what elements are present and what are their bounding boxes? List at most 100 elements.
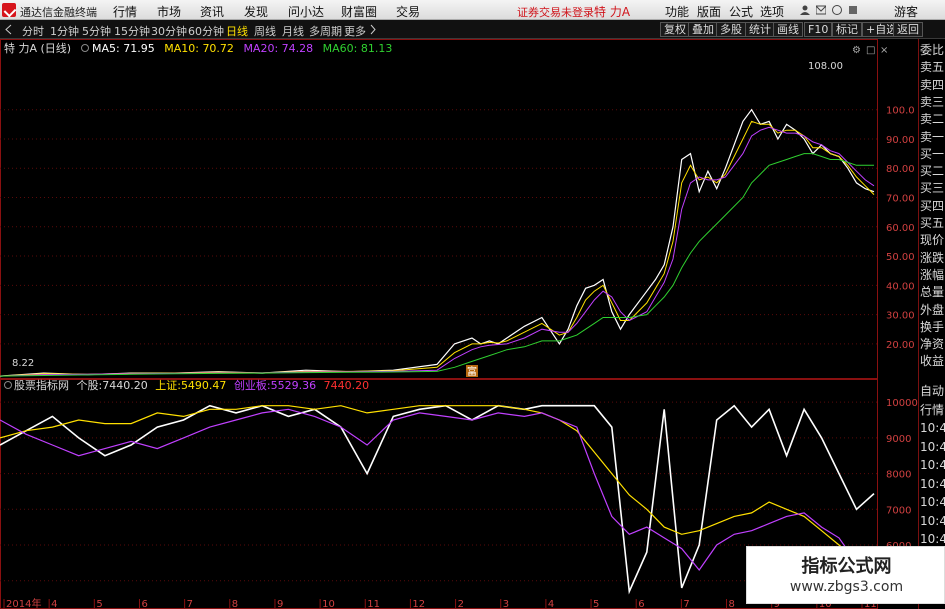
app-logo-icon bbox=[2, 3, 16, 17]
mark-button[interactable]: 标记 bbox=[832, 22, 862, 37]
settings-dot-icon[interactable] bbox=[81, 44, 89, 52]
stock-index-label: 个股: bbox=[77, 379, 103, 392]
main-ytick-label: 60.00 bbox=[886, 223, 915, 234]
sub-ytick-label: 8000 bbox=[886, 470, 911, 481]
expand-icon[interactable]: □ bbox=[866, 45, 875, 56]
gem-index-label: 创业板: bbox=[234, 378, 271, 392]
xtick-label: 4 bbox=[51, 599, 57, 609]
mail-icon[interactable] bbox=[816, 5, 826, 15]
quote-side-panel: 委比 卖五 卖四 卖三 卖二 卖一 买一 买二 买三 买四 买五 现价 涨跌 涨幅 总量 外盘 换手 净资 收益 自动… bbox=[918, 39, 945, 609]
menu-ask[interactable]: 问小达 bbox=[288, 3, 324, 20]
sub-ytick-label: 10000 bbox=[886, 398, 918, 409]
ma10-value: 70.72 bbox=[202, 42, 234, 55]
menu-trade[interactable]: 交易 bbox=[396, 3, 420, 20]
tab-1min[interactable]: 1分钟 bbox=[50, 23, 79, 39]
settings-gear-icon[interactable]: ⚙ bbox=[852, 45, 861, 56]
menu-news[interactable]: 资讯 bbox=[200, 3, 224, 20]
guest-login[interactable]: 游客 bbox=[894, 3, 918, 20]
side-panel-lower-item: 10:4 bbox=[920, 476, 945, 491]
tab-monthly[interactable]: 月线 bbox=[282, 23, 304, 39]
main-ytick-label: 50.00 bbox=[886, 252, 915, 263]
menu-options[interactable]: 选项 bbox=[760, 3, 784, 20]
xtick-label: 6 bbox=[141, 599, 147, 609]
main-ytick-label: 30.00 bbox=[886, 311, 915, 322]
main-series-ma20 bbox=[0, 126, 875, 377]
ma60-value: 81.13 bbox=[361, 42, 393, 55]
main-ytick-label: 20.00 bbox=[886, 340, 915, 351]
side-panel-item: 买五 bbox=[920, 216, 945, 230]
side-panel-item: 卖一 bbox=[920, 129, 945, 144]
ma20-value: 74.28 bbox=[282, 42, 314, 55]
xtick-label: 8 bbox=[729, 599, 735, 609]
multi-stock-button[interactable]: 多股 bbox=[716, 22, 746, 37]
side-panel-item: 卖二 bbox=[920, 112, 945, 127]
chevron-right-icon[interactable] bbox=[369, 24, 377, 35]
login-status[interactable]: 证券交易未登录 bbox=[517, 4, 594, 20]
main-chart-lines bbox=[0, 108, 875, 377]
user-icon[interactable] bbox=[800, 5, 810, 15]
tab-multi-period[interactable]: 多周期 bbox=[309, 23, 342, 39]
back-button[interactable]: 返回 bbox=[893, 22, 923, 37]
period-toolbar: 分时 1分钟 5分钟 15分钟 30分钟 60分钟 日线 周线 月线 多周期 更… bbox=[0, 20, 945, 39]
statistics-button[interactable]: 统计 bbox=[745, 22, 775, 37]
gem-index-value: 5529.36 bbox=[271, 379, 317, 392]
side-panel-item: 总量 bbox=[920, 285, 945, 300]
tab-5min[interactable]: 5分钟 bbox=[82, 23, 111, 39]
chevron-left-icon[interactable] bbox=[4, 24, 14, 35]
menu-wealth[interactable]: 财富圈 bbox=[341, 3, 377, 20]
indicator-name: 股票指标网 bbox=[14, 378, 69, 392]
close-icon[interactable]: × bbox=[880, 45, 888, 56]
sub-series-1 bbox=[0, 405, 875, 564]
menu-discover[interactable]: 发现 bbox=[244, 3, 268, 20]
ma5-label: MA5: bbox=[92, 42, 123, 55]
tab-30min[interactable]: 30分钟 bbox=[151, 23, 187, 39]
menu-market-overview[interactable]: 市场 bbox=[157, 3, 181, 20]
main-ytick-label: 100.0 bbox=[886, 106, 915, 117]
side-panel-item: 卖三 bbox=[920, 94, 945, 109]
main-ytick-label: 80.00 bbox=[886, 164, 915, 175]
menu-function[interactable]: 功能 bbox=[665, 3, 689, 20]
side-panel-item: 现价 bbox=[920, 233, 945, 248]
restore-rights-button[interactable]: 复权 bbox=[660, 22, 690, 37]
sub-ytick-label: 7000 bbox=[886, 505, 911, 516]
draw-line-button[interactable]: 画线 bbox=[773, 22, 803, 37]
help-icon[interactable] bbox=[832, 5, 842, 15]
main-ytick-label: 70.00 bbox=[886, 194, 915, 205]
low-price-label: 8.22 bbox=[12, 358, 34, 369]
app-title: 通达信金融终端 bbox=[20, 6, 97, 19]
stock-name-title: 特 力A bbox=[594, 5, 631, 19]
tab-daily[interactable]: 日线 bbox=[226, 23, 248, 39]
indicator-legend: 股票指标网 个股:7440.20 上证:5490.47 创业板:5529.36 … bbox=[14, 378, 369, 392]
kline-chart-svg[interactable]: 100.0 90.00 80.00 70.00 60.00 50.00 40.00 30.00… bbox=[0, 39, 918, 609]
main-stock-label: 特 力A (日线) bbox=[4, 41, 71, 55]
sub-ytick-label: 9000 bbox=[886, 434, 911, 445]
tab-15min[interactable]: 15分钟 bbox=[114, 23, 150, 39]
skin-icon[interactable] bbox=[848, 5, 858, 15]
side-panel-item: 净资 bbox=[920, 337, 945, 352]
xtick-label: 4 bbox=[548, 599, 554, 609]
menu-market[interactable]: 行情 bbox=[113, 3, 137, 20]
menu-formula[interactable]: 公式 bbox=[729, 3, 753, 20]
menu-layout[interactable]: 版面 bbox=[697, 3, 721, 20]
ma-legend: MA5: 71.95 MA10: 70.72 MA20: 74.28 MA60:… bbox=[92, 42, 392, 55]
tab-60min[interactable]: 60分钟 bbox=[188, 23, 224, 39]
sub-series-0 bbox=[0, 404, 875, 595]
xtick-label: 3 bbox=[503, 599, 509, 609]
watermark-url: www.zbgs3.com bbox=[789, 579, 904, 595]
tab-more[interactable]: 更多 bbox=[344, 23, 366, 39]
main-ytick-label: 40.00 bbox=[886, 281, 915, 292]
chart-area[interactable]: 100.0 90.00 80.00 70.00 60.00 50.00 40.00 30.00… bbox=[0, 39, 918, 609]
side-panel-item: 卖五 bbox=[920, 60, 945, 75]
side-panel-item: 涨幅 bbox=[920, 267, 945, 282]
xtick-label: 9 bbox=[277, 599, 283, 609]
side-panel-item: 委比 bbox=[920, 43, 945, 57]
xtick-label: 7 bbox=[187, 599, 193, 609]
side-panel-item: 买二 bbox=[920, 164, 945, 179]
xtick-label: 10 bbox=[322, 599, 335, 609]
tab-weekly[interactable]: 周线 bbox=[254, 23, 276, 39]
f10-button[interactable]: F10 bbox=[804, 22, 833, 37]
xtick-label: 2 bbox=[458, 599, 464, 609]
tab-intraday[interactable]: 分时 bbox=[22, 23, 44, 39]
overlay-button[interactable]: 叠加 bbox=[688, 22, 718, 37]
indicator-dot-icon[interactable] bbox=[4, 381, 12, 389]
